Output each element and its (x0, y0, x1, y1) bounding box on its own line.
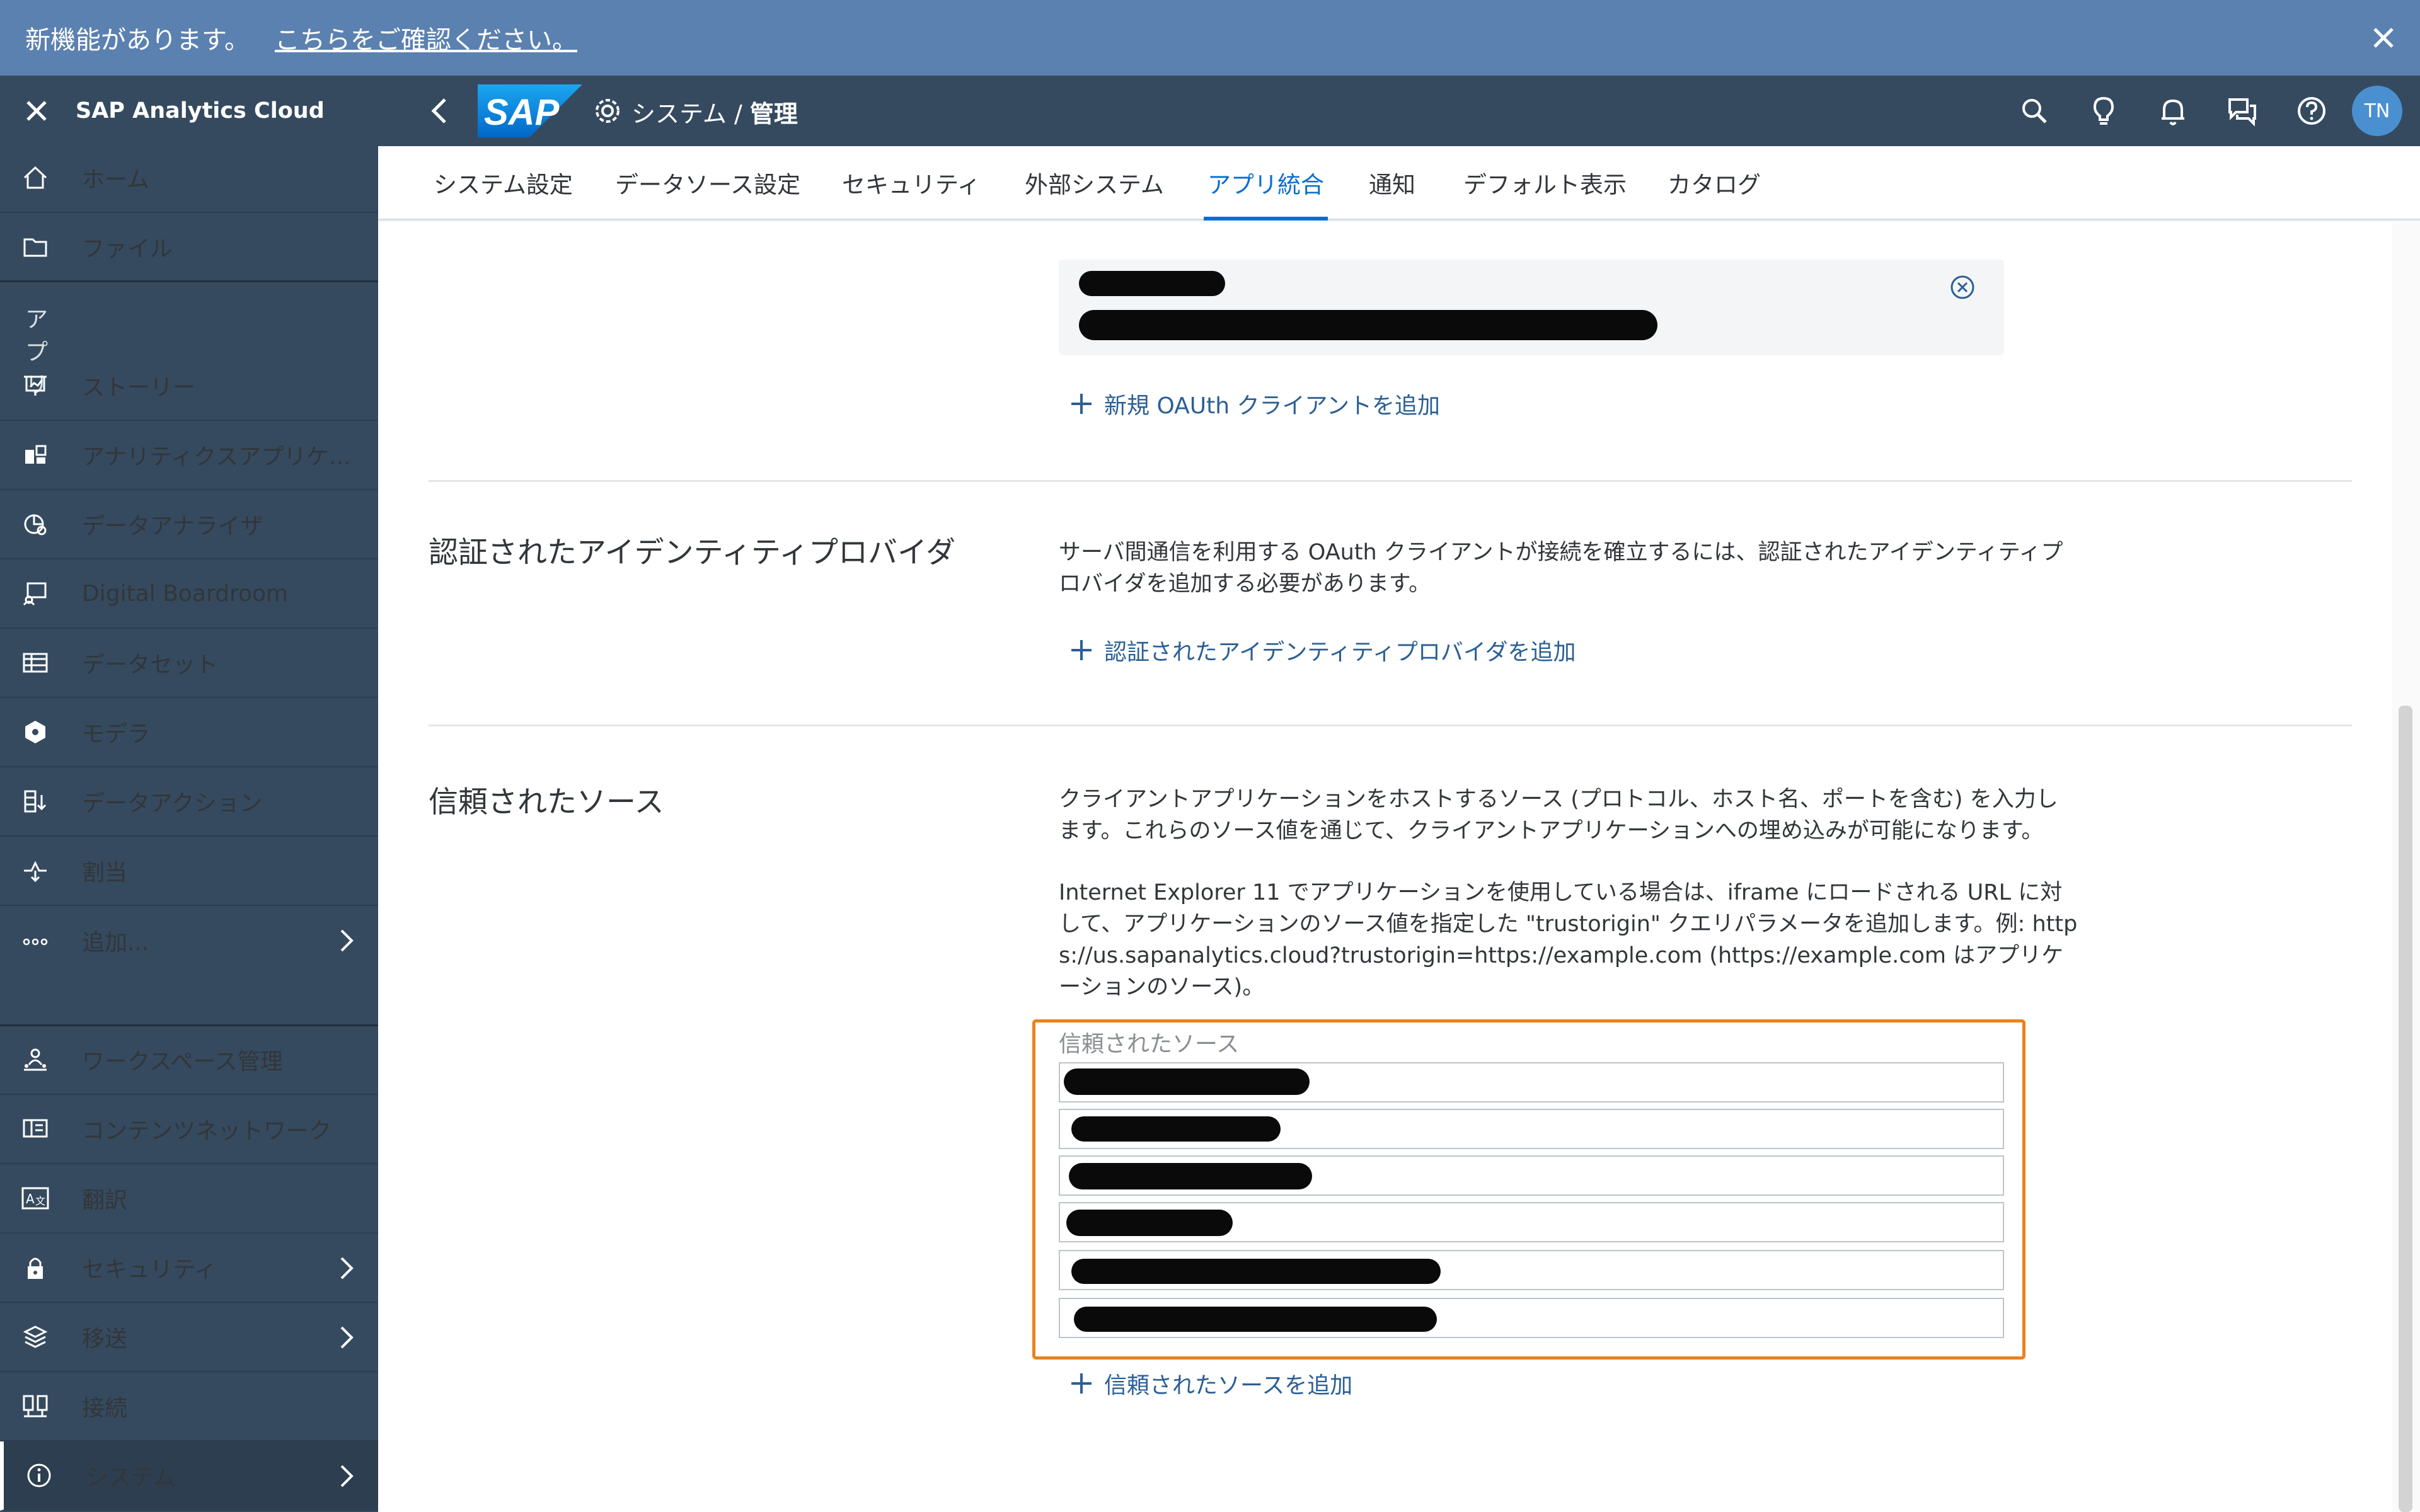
home-icon (19, 161, 52, 194)
sidebar-item-system[interactable]: システム (0, 1441, 378, 1511)
tab-datasource-settings[interactable]: データソース設定 (615, 146, 800, 219)
sidebar-close-button[interactable] (18, 92, 55, 130)
banner-message: 新機能があります。 (25, 26, 250, 55)
app-name: SAP Analytics Cloud (76, 98, 325, 123)
redacted-text (1079, 271, 1225, 296)
tab-notifications[interactable]: 通知 (1369, 146, 1415, 219)
sidebar-item-story[interactable]: ストーリー (0, 352, 378, 421)
sidebar-item-workspace[interactable]: ワークスペース管理 (0, 1026, 378, 1095)
data-analyzer-icon (19, 508, 52, 541)
folder-icon (19, 231, 52, 263)
redacted-text (1069, 1163, 1312, 1189)
svg-text:文: 文 (35, 1195, 45, 1207)
clear-icon[interactable] (1949, 273, 1976, 301)
story-icon (19, 369, 52, 402)
sidebar-item-content-network[interactable]: コンテンツネットワーク (0, 1095, 378, 1164)
trusted-description: クライアントアプリケーションをホストするソース (プロトコル、ホスト名、ポートを… (1059, 787, 2058, 844)
redacted-text (1074, 1307, 1437, 1332)
tab-catalog[interactable]: カタログ (1668, 146, 1761, 219)
sidebar-item-transport[interactable]: 移送 (0, 1303, 378, 1372)
trusted-section-title: 信頼されたソース (429, 785, 664, 820)
chevron-right-icon (340, 1465, 354, 1487)
translation-icon: A文 (19, 1182, 52, 1215)
dataset-icon (19, 646, 52, 679)
sidebar-item-files[interactable]: ファイル (0, 213, 378, 282)
sidebar-item-allocation[interactable]: 割当 (0, 837, 378, 906)
banner-close-button[interactable] (2365, 19, 2402, 57)
allocation-icon (19, 854, 52, 887)
tab-app-integration[interactable]: アプリ統合 (1204, 146, 1328, 220)
redacted-text (1064, 1068, 1310, 1095)
gear-icon (596, 99, 619, 123)
data-action-icon (19, 785, 52, 818)
sidebar-item-dataset[interactable]: データセット (0, 629, 378, 698)
close-icon (26, 101, 47, 121)
sap-logo: SAP (478, 84, 582, 137)
redacted-text (1079, 310, 1657, 340)
info-icon (23, 1459, 55, 1492)
sidebar-item-home[interactable]: ホーム (0, 144, 378, 213)
plus-icon (1071, 640, 1092, 660)
notification-banner: 新機能があります。 こちらをご確認ください。 (0, 0, 2420, 76)
tab-bar: システム設定 データソース設定 セキュリティ 外部システム アプリ統合 通知 デ… (378, 146, 2420, 220)
redacted-text (1071, 1116, 1281, 1142)
tab-system-settings[interactable]: システム設定 (434, 146, 573, 219)
plus-icon (1071, 394, 1092, 414)
page-title: 管理 (749, 100, 798, 128)
trusted-ie-note: Internet Explorer 11 でアプリケーションを使用している場合は… (1059, 880, 2078, 1000)
lightbulb-icon[interactable] (2086, 93, 2121, 129)
idp-section-title: 認証されたアイデンティティプロバイダ (429, 536, 956, 570)
more-icon (19, 924, 52, 957)
connection-icon (19, 1390, 52, 1423)
avatar[interactable]: TN (2352, 86, 2402, 136)
sidebar-item-modeler[interactable]: モデラ (0, 698, 378, 767)
tab-security[interactable]: セキュリティ (842, 146, 981, 219)
add-idp-button[interactable]: 認証されたアイデンティティプロバイダを追加 (1069, 634, 1576, 667)
sidebar-item-security[interactable]: セキュリティ (0, 1234, 378, 1303)
shell-header: SAP システム / 管理 TN (378, 76, 2420, 146)
breadcrumb: システム / 管理 (631, 100, 798, 128)
transport-icon (19, 1320, 52, 1353)
sidebar-item-data-action[interactable]: データアクション (0, 767, 378, 837)
boardroom-icon (19, 577, 52, 610)
chevron-right-icon (340, 1326, 354, 1349)
redacted-text (1066, 1210, 1233, 1236)
section-divider (429, 724, 2352, 726)
svg-text:A: A (26, 1191, 35, 1206)
section-divider (429, 480, 2352, 482)
chat-icon[interactable] (2225, 93, 2260, 129)
sidebar-item-analytic-app[interactable]: アナリティクスアプリケ... (0, 421, 378, 490)
sidebar-item-data-analyzer[interactable]: データアナライザ (0, 490, 378, 559)
lock-icon (19, 1251, 52, 1284)
tab-default-view[interactable]: デフォルト表示 (1463, 146, 1627, 219)
sidebar-header: SAP Analytics Cloud (0, 76, 378, 146)
analytic-app-icon (19, 438, 52, 471)
redacted-text (1071, 1259, 1441, 1284)
bell-icon[interactable] (2155, 93, 2191, 129)
sidebar-item-more[interactable]: 追加... (0, 906, 378, 975)
tab-external-systems[interactable]: 外部システム (1025, 146, 1164, 219)
scrollbar-thumb[interactable] (2399, 706, 2412, 1512)
search-icon[interactable] (2017, 93, 2052, 129)
trusted-sources-label: 信頼されたソース (1059, 1031, 1240, 1057)
sidebar-item-digital-boardroom[interactable]: Digital Boardroom (0, 559, 378, 629)
chevron-right-icon (340, 929, 354, 952)
sidebar-item-connection[interactable]: 接続 (0, 1372, 378, 1441)
svg-text:SAP: SAP (484, 92, 560, 133)
sidebar-item-translation[interactable]: A文 翻訳 (0, 1164, 378, 1234)
content-network-icon (19, 1113, 52, 1145)
modeler-icon (19, 716, 52, 748)
workspace-icon (19, 1043, 52, 1076)
plus-icon (1071, 1373, 1092, 1394)
add-trusted-source-button[interactable]: 信頼されたソースを追加 (1069, 1367, 1352, 1400)
help-icon[interactable] (2294, 93, 2329, 129)
close-icon (2373, 28, 2394, 48)
chevron-right-icon (340, 1257, 354, 1280)
add-oauth-client-button[interactable]: 新規 OAUth クライアントを追加 (1069, 387, 1440, 420)
back-icon[interactable] (422, 93, 458, 129)
banner-link[interactable]: こちらをご確認ください。 (275, 20, 577, 56)
idp-description: サーバ間通信を利用する OAuth クライアントが接続を確立するには、認証された… (1059, 540, 2063, 597)
